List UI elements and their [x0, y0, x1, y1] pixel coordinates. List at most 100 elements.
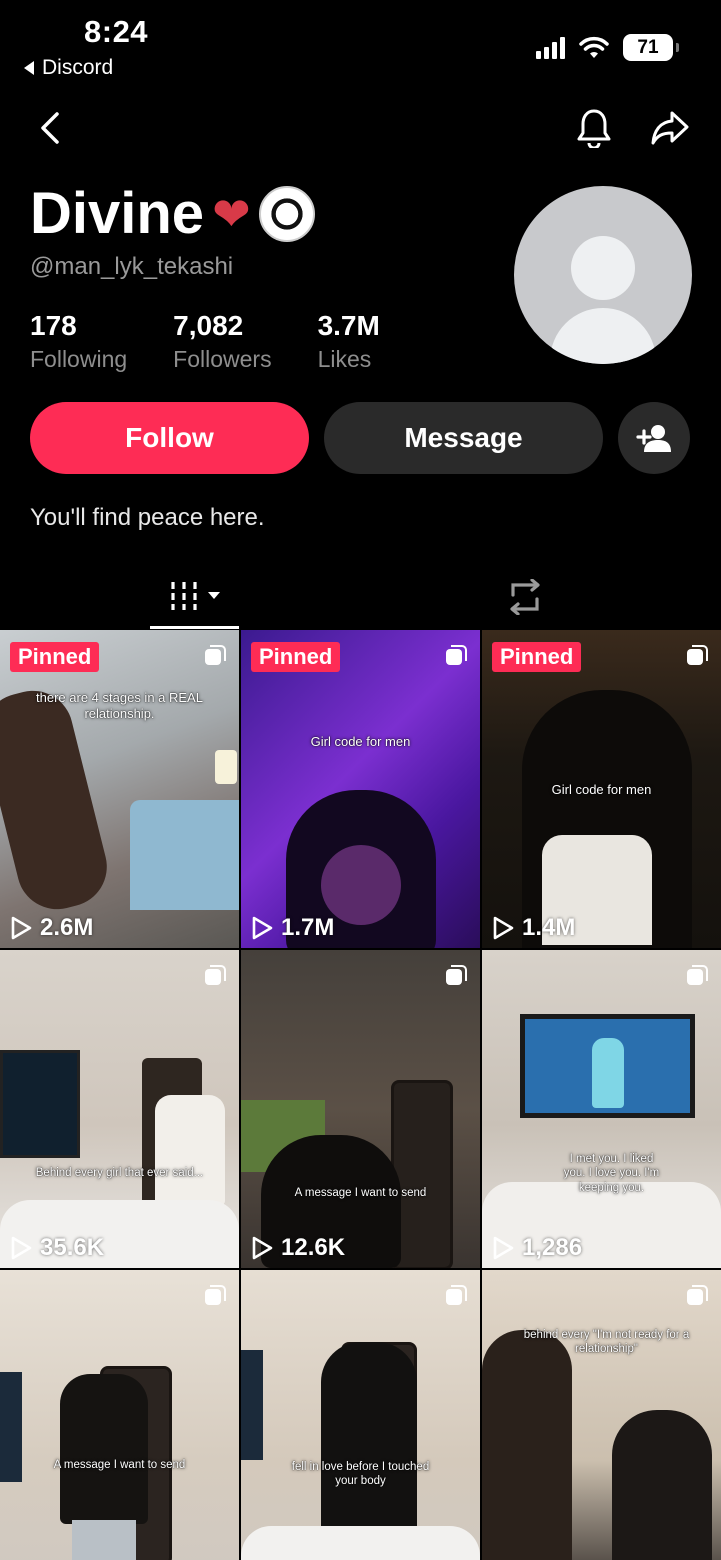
play-count: 1,286 [492, 1234, 582, 1262]
play-count-value: 35.6K [40, 1234, 105, 1261]
stat-value: 7,082 [173, 310, 244, 341]
status-time: 8:24 [84, 14, 149, 49]
pinned-badge: Pinned [10, 642, 100, 672]
back-triangle-icon [24, 61, 34, 75]
play-icon [252, 916, 273, 940]
video-tile[interactable]: A message I want to send 12.6K [241, 950, 480, 1268]
video-grid: Pinned there are 4 stages in a REAL rela… [0, 630, 721, 1560]
avatar[interactable] [514, 186, 692, 364]
photo-carousel-icon [687, 965, 708, 985]
back-app-label: Discord [42, 56, 114, 79]
battery-indicator: 71 [623, 34, 679, 61]
tab-videos[interactable] [150, 565, 239, 629]
stat-value: 3.7M [317, 310, 380, 341]
chevron-left-icon [41, 112, 59, 144]
stat-label: Followers [173, 346, 272, 372]
profile-stats: 178 Following 7,082 Followers 3.7M Likes [30, 310, 426, 373]
message-button[interactable]: Message [324, 402, 603, 474]
video-caption: A message I want to send [294, 1187, 427, 1199]
video-thumbnail-figure-2 [612, 1410, 712, 1560]
video-thumbnail-tv [0, 1050, 80, 1158]
photo-carousel-icon [446, 1285, 467, 1305]
video-thumbnail-figure [60, 1374, 148, 1524]
video-thumbnail-figure [321, 1342, 417, 1542]
share-button[interactable] [646, 104, 694, 152]
avatar-placeholder-body [550, 308, 656, 364]
play-count: 1.4M [492, 914, 575, 942]
play-icon [493, 916, 514, 940]
video-caption: Girl code for men [310, 734, 411, 749]
stat-label: Following [30, 346, 128, 372]
pinned-badge: Pinned [492, 642, 582, 672]
video-thumbnail-light [215, 750, 237, 784]
wifi-icon [579, 36, 609, 58]
stat-label: Likes [317, 346, 372, 372]
play-count-value: 1,286 [522, 1234, 583, 1261]
suggested-accounts-button[interactable] [618, 402, 690, 474]
play-count-value: 1.7M [281, 914, 335, 941]
back-to-app-link[interactable]: Discord [24, 56, 113, 80]
bell-icon [577, 109, 611, 148]
video-thumbnail-face [321, 845, 401, 925]
photo-carousel-icon [687, 645, 708, 665]
play-count: 1.7M [251, 914, 334, 942]
video-caption: fell in love before I touched your body [291, 1461, 430, 1488]
video-caption: Behind every girl that ever said... [35, 1167, 204, 1179]
photo-carousel-icon [446, 645, 467, 665]
bio: You'll find peace here. [30, 504, 265, 531]
anatomical-heart-emoji: ❤ [212, 187, 251, 240]
video-thumbnail-window [130, 800, 239, 910]
chevron-down-icon [207, 591, 220, 599]
video-thumbnail-figure [482, 1330, 572, 1560]
video-caption: I met you. I liked you. I love you. I'm … [563, 1153, 660, 1194]
video-thumbnail-figure [155, 1095, 225, 1205]
play-count: 12.6K [251, 1234, 345, 1262]
stat-followers[interactable]: 7,082 Followers [173, 310, 271, 373]
video-tile[interactable]: behind every "I'm not ready for a relati… [482, 1270, 721, 1560]
repost-icon [509, 579, 540, 615]
username: @man_lyk_tekashi [30, 253, 234, 280]
avatar-placeholder-head [571, 236, 635, 300]
video-caption: Girl code for men [551, 782, 652, 797]
video-tile[interactable]: A message I want to send [0, 1270, 239, 1560]
tab-reposts[interactable] [480, 565, 569, 629]
video-thumbnail-tv [241, 1350, 263, 1460]
video-caption: behind every "I'm not ready for a relati… [523, 1329, 690, 1356]
video-tile[interactable]: Pinned Girl code for men 1.7M [241, 630, 480, 948]
status-indicators: 71 [536, 34, 679, 61]
play-icon [493, 1236, 514, 1260]
play-count-value: 2.6M [40, 914, 94, 941]
stat-following[interactable]: 178 Following [30, 310, 127, 373]
video-thumbnail-jeans [72, 1520, 136, 1560]
stat-value: 178 [30, 310, 77, 341]
video-tile[interactable]: fell in love before I touched your body [241, 1270, 480, 1560]
pinned-badge: Pinned [251, 642, 341, 672]
notifications-button[interactable] [570, 104, 618, 152]
videos-grid-icon [170, 581, 197, 610]
video-thumbnail-bed [241, 1526, 480, 1560]
share-arrow-icon [651, 111, 689, 145]
play-icon [11, 916, 32, 940]
video-tile[interactable]: Behind every girl that ever said... 35.6… [0, 950, 239, 1268]
play-icon [252, 1236, 273, 1260]
add-person-icon [636, 425, 671, 452]
video-thumbnail-figure [592, 1038, 624, 1108]
photo-carousel-icon [205, 1285, 226, 1305]
follow-button[interactable]: Follow [30, 402, 309, 474]
display-name-text: Divine [30, 181, 205, 246]
back-button[interactable] [26, 104, 74, 152]
video-tile[interactable]: Pinned Girl code for men 1.4M [482, 630, 721, 948]
stat-likes[interactable]: 3.7M Likes [318, 310, 380, 373]
play-count: 2.6M [10, 914, 93, 942]
cellular-signal-icon [536, 36, 565, 59]
photo-carousel-icon [205, 645, 226, 665]
photo-carousel-icon [205, 965, 226, 985]
play-icon [11, 1236, 32, 1260]
photo-carousel-icon [687, 1285, 708, 1305]
photo-carousel-icon [446, 965, 467, 985]
display-name: Divine ❤ [30, 180, 315, 247]
video-tile[interactable]: I met you. I liked you. I love you. I'm … [482, 950, 721, 1268]
video-caption: A message I want to send [53, 1459, 186, 1471]
video-tile[interactable]: Pinned there are 4 stages in a REAL rela… [0, 630, 239, 948]
play-count: 35.6K [10, 1234, 104, 1262]
